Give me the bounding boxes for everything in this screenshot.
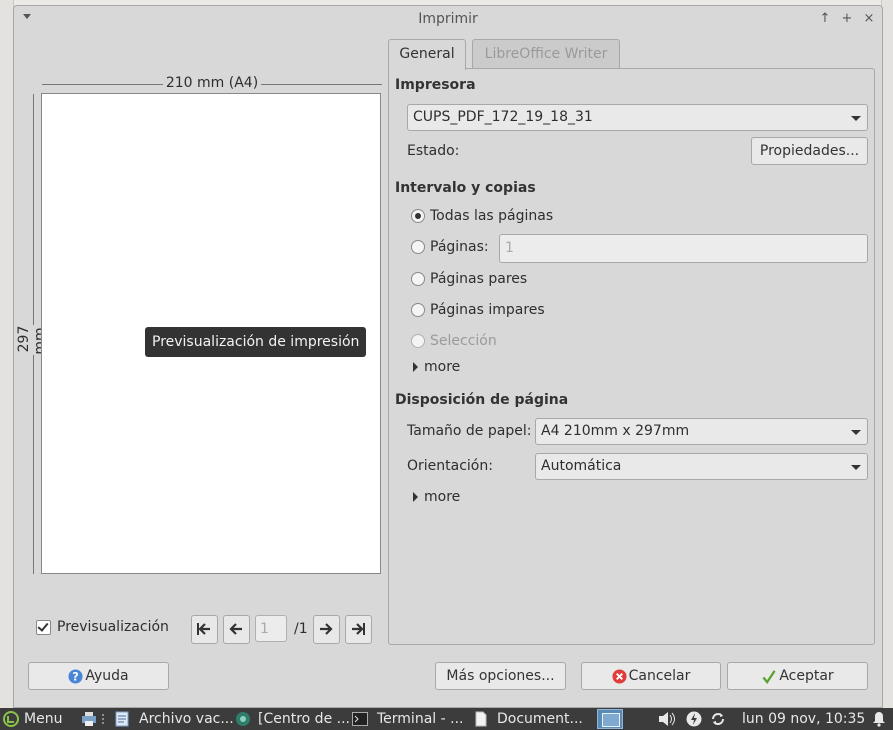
orientation-label: Orientación:: [407, 458, 493, 474]
power-icon: [686, 711, 702, 727]
chevron-down-icon: [851, 430, 861, 435]
arrow-left-icon: [229, 623, 242, 635]
close-icon[interactable]: ×: [862, 11, 876, 27]
taskbar-item-archivo[interactable]: Archivo vac...: [139, 710, 234, 728]
notifications-bell-icon: [873, 712, 885, 727]
status-label: Estado:: [407, 143, 460, 159]
taskbar: Menu Archivo vac... [Centro de ... Termi…: [0, 708, 893, 730]
last-page-icon: [352, 623, 365, 635]
checkbox-checked-icon[interactable]: [36, 619, 51, 635]
height-dimension: 297 mm: [16, 94, 48, 574]
control-center-icon: [236, 712, 250, 726]
printer-select[interactable]: CUPS_PDF_172_19_18_31: [407, 104, 868, 131]
pages-input[interactable]: 1: [499, 234, 868, 263]
arrow-right-icon: [320, 623, 333, 635]
radio-all-pages[interactable]: Todas las páginas: [411, 208, 553, 224]
keep-above-icon[interactable]: ↑: [818, 11, 832, 27]
radio-unselected-icon[interactable]: [411, 272, 425, 286]
paper-size-label: Tamaño de papel:: [407, 423, 532, 439]
dialog-titlebar: Imprimir ↑ + ×: [14, 6, 882, 34]
tab-libreoffice-writer[interactable]: LibreOffice Writer: [472, 39, 620, 69]
document-icon: [475, 711, 487, 727]
next-page-button[interactable]: [313, 615, 340, 644]
writer-document-icon: [115, 711, 129, 727]
chevron-down-icon: [851, 465, 861, 470]
radio-pages[interactable]: Páginas:: [411, 239, 489, 255]
separator-handle-icon: [102, 714, 104, 724]
radio-selection-label: Selección: [430, 333, 497, 349]
paper-size-value: A4 210mm x 297mm: [541, 423, 690, 439]
chevron-down-icon: [851, 116, 861, 121]
preview-checkbox[interactable]: Previsualización: [36, 619, 169, 635]
expander-arrow-icon: [413, 492, 418, 502]
cancel-button[interactable]: Cancelar: [581, 662, 721, 690]
help-button[interactable]: ? Ayuda: [28, 662, 169, 690]
terminal-icon: [352, 712, 368, 726]
printer-icon: [82, 712, 96, 726]
range-more-expander[interactable]: more: [413, 359, 460, 375]
workspace-window-icon: [602, 713, 620, 727]
menu-button[interactable]: Menu: [24, 710, 62, 728]
radio-selection: Selección: [411, 333, 497, 349]
page-number-input[interactable]: 1: [255, 615, 287, 642]
width-dimension: 210 mm (A4): [42, 75, 382, 92]
help-button-label: Ayuda: [85, 668, 129, 684]
more-options-button[interactable]: Más opciones...: [435, 662, 566, 690]
radio-even-pages[interactable]: Páginas pares: [411, 271, 527, 287]
radio-odd-pages[interactable]: Páginas impares: [411, 302, 545, 318]
radio-disabled-icon: [411, 334, 425, 348]
first-page-icon: [197, 623, 210, 635]
mint-logo-icon: [3, 711, 19, 727]
general-panel: Impresora CUPS_PDF_172_19_18_31 Estado: …: [388, 68, 875, 645]
first-page-button[interactable]: [191, 615, 218, 644]
ok-button-label: Aceptar: [779, 668, 834, 684]
radio-selected-icon[interactable]: [411, 209, 425, 223]
printer-section-title: Impresora: [395, 77, 476, 93]
radio-unselected-icon[interactable]: [411, 240, 425, 254]
page-total: /1: [294, 621, 308, 637]
previous-page-button[interactable]: [223, 615, 250, 644]
taskbar-item-centro[interactable]: [Centro de ...: [258, 710, 350, 728]
radio-odd-pages-label: Páginas impares: [430, 302, 545, 318]
help-icon: ?: [68, 668, 83, 683]
preview-checkbox-label: Previsualización: [57, 619, 169, 635]
svg-text:?: ?: [73, 670, 80, 683]
clock[interactable]: lun 09 nov, 10:35: [742, 710, 865, 728]
preview-tooltip: Previsualización de impresión: [145, 327, 367, 357]
dialog-title: Imprimir: [418, 11, 478, 27]
radio-unselected-icon[interactable]: [411, 303, 425, 317]
taskbar-item-terminal[interactable]: Terminal - ...: [377, 710, 463, 728]
last-page-button[interactable]: [345, 615, 372, 644]
cancel-icon: [612, 668, 627, 684]
workspace-switcher[interactable]: [597, 709, 623, 729]
layout-section-title: Disposición de página: [395, 392, 569, 408]
cancel-button-label: Cancelar: [628, 668, 691, 684]
expander-arrow-icon: [413, 362, 418, 372]
print-dialog: Imprimir ↑ + × 210 mm (A4) 297 mm Previs…: [13, 5, 883, 708]
paper-size-select[interactable]: A4 210mm x 297mm: [535, 418, 868, 445]
radio-pages-label: Páginas:: [430, 239, 489, 255]
orientation-value: Automática: [541, 458, 622, 474]
printer-select-value: CUPS_PDF_172_19_18_31: [413, 109, 593, 125]
radio-even-pages-label: Páginas pares: [430, 271, 528, 287]
tab-general[interactable]: General: [388, 39, 466, 70]
orientation-select[interactable]: Automática: [535, 453, 868, 480]
ok-button[interactable]: Aceptar: [727, 662, 868, 690]
layout-more-label: more: [424, 489, 461, 505]
layout-more-expander[interactable]: more: [413, 489, 460, 505]
range-section-title: Intervalo y copias: [395, 180, 536, 196]
checkmark-icon: [762, 669, 776, 684]
volume-icon: [659, 712, 675, 726]
width-dimension-label: 210 mm (A4): [162, 75, 262, 91]
radio-all-pages-label: Todas las páginas: [430, 208, 554, 224]
update-sync-icon: [712, 713, 724, 725]
taskbar-item-document[interactable]: Document...: [497, 710, 583, 728]
maximize-icon[interactable]: +: [840, 11, 854, 27]
range-more-label: more: [424, 359, 461, 375]
properties-button[interactable]: Propiedades...: [751, 137, 868, 165]
background-window-left-edge: [0, 0, 14, 708]
